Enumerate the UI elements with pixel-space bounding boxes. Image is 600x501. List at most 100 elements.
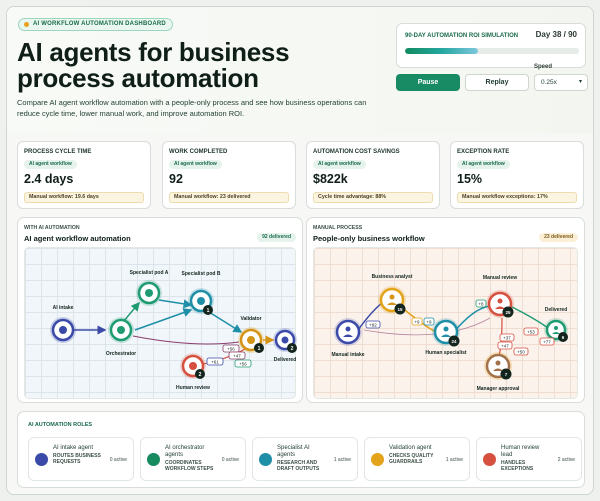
count-badge-value: 25 <box>505 310 511 315</box>
node-label-business-analyst: Business analyst <box>372 274 413 280</box>
node-manager-approval[interactable]: Manager approval 7 <box>477 352 520 392</box>
roi-progress-track[interactable] <box>405 48 579 54</box>
svg-text:+47: +47 <box>233 354 241 359</box>
person-icon <box>443 326 449 332</box>
node-business-analyst[interactable]: Business analyst 15 <box>372 274 413 315</box>
metric-card-cost-savings: AUTOMATION COST SAVINGS AI agent workflo… <box>306 141 440 209</box>
count-badge-value: 15 <box>397 307 403 312</box>
speed-select-value: 0.25x <box>541 79 557 86</box>
svg-text:+47: +47 <box>501 344 509 349</box>
metric-card-cycle-time: PROCESS CYCLE TIME AI agent workflow 2.4… <box>17 141 151 209</box>
roi-day-counter: Day 38 / 90 <box>535 30 577 39</box>
dashboard-badge-label: AI WORKFLOW AUTOMATION DASHBOARD <box>33 21 166 27</box>
count-badge-value: 1 <box>258 346 261 352</box>
role-dot-icon <box>371 453 384 466</box>
svg-text:+56: +56 <box>227 347 235 352</box>
role-card-specialist[interactable]: Specialist AI agents RESEARCH AND DRAFT … <box>252 437 358 481</box>
role-desc: HANDLES EXCEPTIONS <box>501 460 534 472</box>
header: AI WORKFLOW AUTOMATION DASHBOARD AI agen… <box>7 7 593 133</box>
svg-text:+53: +53 <box>527 330 535 335</box>
metric-note: Manual workflow: 19.6 days <box>24 192 144 203</box>
pause-button[interactable]: Pause <box>396 74 460 91</box>
manual-workflow-panel: MANUAL PROCESS People-only business work… <box>306 217 585 403</box>
ai-workflow-canvas: AI intake Orchestrator Specialist pod A <box>24 247 297 399</box>
roi-progress-fill <box>405 48 479 54</box>
node-label-manual-review: Manual review <box>483 275 517 281</box>
role-card-validation[interactable]: Validation agent CHECKS QUALITY GUARDRAI… <box>364 437 470 481</box>
metric-pill: AI agent workflow <box>457 160 510 169</box>
node-label-human-specialist: Human specialist <box>425 350 466 356</box>
svg-text:+61: +61 <box>211 360 219 365</box>
node-label-manager-approval: Manager approval <box>477 386 520 392</box>
panel-title: People-only business workflow <box>313 234 425 243</box>
role-desc: RESEARCH AND DRAFT OUTPUTS <box>277 460 320 472</box>
node-label-delivered: Delivered <box>274 357 297 363</box>
manual-workflow-canvas: Manual intake Business analyst 15 Human … <box>313 247 578 399</box>
count-badge-value: 2 <box>199 372 202 378</box>
delivered-badge: 92 delivered <box>257 233 296 242</box>
roles-title: AI AUTOMATION ROLES <box>28 422 93 428</box>
role-count: 1 active <box>445 457 463 463</box>
edge-orchestrator-validator <box>132 335 240 345</box>
person-icon <box>389 294 395 300</box>
chip: +47 <box>228 351 246 360</box>
panel-kicker: WITH AI AUTOMATION <box>24 225 80 231</box>
edge-orchestrator-spec-b <box>134 308 193 331</box>
chip: +9 <box>411 317 423 326</box>
role-dot-icon <box>483 453 496 466</box>
node-label-delivered: Delivered <box>545 307 568 313</box>
edge-spec-b-validator <box>208 311 243 333</box>
ai-workflow-panel: WITH AI AUTOMATION AI agent workflow aut… <box>17 217 303 403</box>
node-manual-intake[interactable]: Manual intake <box>331 318 365 358</box>
page-subtitle: Compare AI agent workflow automation wit… <box>17 98 367 118</box>
metric-label: PROCESS CYCLE TIME <box>24 149 92 155</box>
chip: +47 <box>497 341 513 350</box>
node-delivered[interactable]: Delivered 6 <box>544 307 568 342</box>
metric-label: WORK COMPLETED <box>169 149 228 155</box>
delivered-badge: 23 delivered <box>539 233 578 242</box>
node-specialist-pod-b[interactable]: Specialist pod B 1 <box>182 271 221 315</box>
node-ai-intake[interactable]: AI intake <box>50 305 76 343</box>
node-manual-review[interactable]: Manual review 25 <box>483 275 517 318</box>
metric-note: Cycle time advantage: 88% <box>313 192 433 203</box>
roi-simulation-panel: 90-DAY AUTOMATION ROI SIMULATION Day 38 … <box>396 23 586 68</box>
status-dot-icon <box>24 22 29 27</box>
metric-pill: AI agent workflow <box>313 160 366 169</box>
node-orchestrator[interactable]: Orchestrator <box>106 317 136 357</box>
panel-title: AI agent workflow automation <box>24 234 131 243</box>
chip: +9 <box>423 317 435 326</box>
replay-button[interactable]: Replay <box>465 74 529 91</box>
metric-note: Manual workflow exceptions: 17% <box>457 192 577 203</box>
speed-select[interactable]: 0.25x ▾ <box>534 74 588 91</box>
count-badge-value: 1 <box>207 308 210 314</box>
role-count: 1 active <box>333 457 351 463</box>
node-label-specialist-pod-a: Specialist pod A <box>130 270 169 276</box>
role-card-orchestrator[interactable]: AI orchestrator agents COORDINATES WORKF… <box>140 437 246 481</box>
role-desc: COORDINATES WORKFLOW STEPS <box>165 460 214 472</box>
chip: +77 <box>539 337 555 346</box>
node-label-specialist-pod-b: Specialist pod B <box>182 271 221 277</box>
role-dot-icon <box>147 453 160 466</box>
node-human-review[interactable]: Human review 2 <box>176 353 210 391</box>
person-icon <box>554 326 558 330</box>
metric-value: 2.4 days <box>24 172 74 186</box>
role-count: 0 active <box>221 457 239 463</box>
role-card-human-review[interactable]: Human review lead HANDLES EXCEPTIONS 2 a… <box>476 437 582 481</box>
metric-value: 15% <box>457 172 483 186</box>
dashboard-frame: AI WORKFLOW AUTOMATION DASHBOARD AI agen… <box>6 6 594 495</box>
svg-text:+9: +9 <box>426 320 432 325</box>
node-label-ai-intake: AI intake <box>53 305 74 311</box>
chevron-down-icon: ▾ <box>578 79 582 85</box>
count-badge-value: 24 <box>451 339 457 344</box>
node-label-manual-intake: Manual intake <box>331 352 364 358</box>
person-icon <box>345 326 351 332</box>
role-card-intake[interactable]: AI intake agent ROUTES BUSINESS REQUESTS… <box>28 437 134 481</box>
node-delivered[interactable]: Delivered 2 <box>273 328 297 363</box>
svg-text:+8: +8 <box>478 302 484 307</box>
ai-workflow-diagram: AI intake Orchestrator Specialist pod A <box>50 270 297 391</box>
svg-text:+37: +37 <box>503 336 511 341</box>
svg-text:+56: +56 <box>239 362 247 367</box>
speed-label: Speed <box>534 64 553 70</box>
metric-pill: AI agent workflow <box>169 160 222 169</box>
node-validator[interactable]: Validator 1 <box>238 316 264 353</box>
